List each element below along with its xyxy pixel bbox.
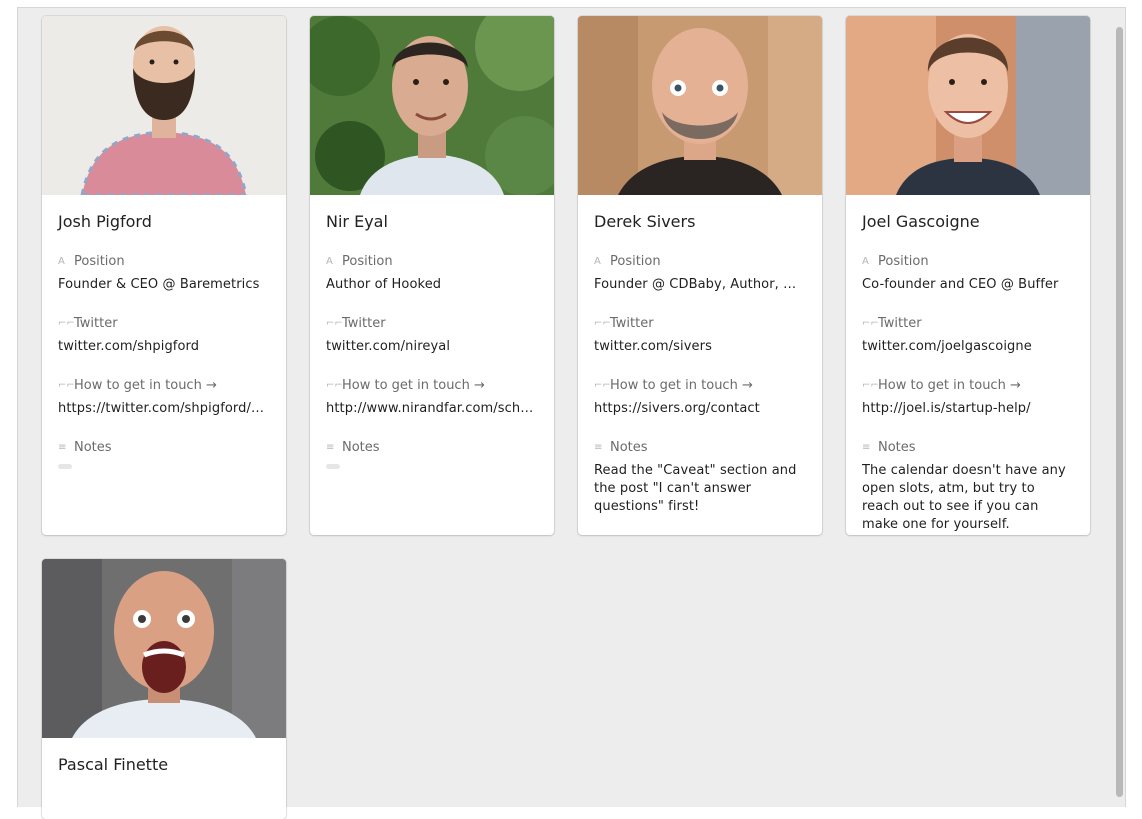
empty-value-placeholder — [326, 464, 340, 469]
twitter-value: twitter.com/nireyal — [326, 339, 451, 354]
url-field-icon: ⌐⌐ — [594, 318, 611, 329]
position-value: Author of Hooked — [326, 277, 442, 292]
field-notes: ≡ Notes — [58, 440, 270, 469]
record-card[interactable]: Derek Sivers A Position Founder @ CDBaby,… — [578, 16, 822, 535]
record-photo — [42, 559, 286, 738]
record-photo — [310, 16, 554, 195]
position-value: Founder & CEO @ Baremetrics — [58, 277, 260, 292]
contact-value: http://www.nirandfar.com/schedule — [326, 401, 538, 416]
position-value: Co-founder and CEO @ Buffer — [862, 277, 1059, 292]
url-field-icon: ⌐⌐ — [58, 318, 75, 329]
notes-value: The calendar doesn't have any open slots… — [862, 463, 1066, 532]
long-text-field-icon: ≡ — [326, 442, 335, 453]
url-field-icon: ⌐⌐ — [58, 380, 75, 391]
field-twitter: ⌐⌐ Twitter twitter.com/shpigford — [58, 316, 270, 356]
field-position: APosition Founder @ CDBaby, Author, Musi… — [594, 254, 806, 294]
position-value: Founder @ CDBaby, Author, Musician — [594, 277, 806, 292]
text-field-icon: A — [326, 256, 333, 267]
record-name: Nir Eyal — [326, 212, 388, 231]
long-text-field-icon: ≡ — [594, 442, 603, 453]
long-text-field-icon: ≡ — [58, 442, 67, 453]
record-name: Josh Pigford — [58, 212, 152, 231]
record-name: Pascal Finette — [58, 755, 169, 774]
record-photo — [846, 16, 1090, 195]
contact-value: http://joel.is/startup-help/ — [862, 401, 1031, 416]
record-card[interactable]: Nir Eyal A Position Author of Hooked ⌐⌐ Tw… — [310, 16, 554, 535]
contact-value: https://twitter.com/shpigford/status/… — [58, 401, 270, 416]
field-contact: ⌐⌐ How to get in touch → https://sivers.o… — [594, 378, 806, 418]
twitter-value: twitter.com/sivers — [594, 339, 712, 354]
long-text-field-icon: ≡ — [862, 442, 871, 453]
url-field-icon: ⌐⌐ — [326, 318, 343, 329]
twitter-value: twitter.com/shpigford — [58, 339, 200, 354]
field-contact: ⌐⌐ How to get in touch → http://www.niran… — [326, 378, 538, 416]
contact-value: https://sivers.org/contact — [594, 401, 760, 416]
notes-value: Read the "Caveat" section and the post "… — [594, 463, 797, 514]
url-field-icon: ⌐⌐ — [862, 318, 879, 329]
record-card[interactable]: Joel Gascoigne A Position Co-founder and … — [846, 16, 1090, 535]
record-photo — [42, 16, 286, 195]
field-contact: ⌐⌐ How to get in touch → http://joel.is/s… — [862, 378, 1074, 418]
text-field-icon: A — [594, 256, 601, 267]
field-notes: ≡ Notes The calendar doesn't have any ope… — [862, 440, 1074, 534]
record-card[interactable]: Josh Pigford A Position Founder & CEO @ B… — [42, 16, 286, 535]
field-position: A Position Author of Hooked — [326, 254, 538, 294]
vertical-scrollbar[interactable] — [1116, 27, 1123, 797]
empty-value-placeholder — [58, 464, 72, 469]
field-contact: ⌐⌐ How to get in touch → https://twitter.… — [58, 378, 270, 416]
field-twitter: ⌐⌐ Twitter twitter.com/sivers — [594, 316, 806, 356]
field-twitter: ⌐⌐ Twitter twitter.com/joelgascoigne — [862, 316, 1074, 356]
field-notes: ≡ Notes Read the "Caveat" section and the… — [594, 440, 806, 516]
field-position: A Position Co-founder and CEO @ Buffer — [862, 254, 1074, 294]
url-field-icon: ⌐⌐ — [594, 380, 611, 391]
record-name: Joel Gascoigne — [862, 212, 980, 231]
field-position: A Position Founder & CEO @ Baremetrics — [58, 254, 270, 294]
url-field-icon: ⌐⌐ — [862, 380, 879, 391]
field-notes: ≡ Notes — [326, 440, 538, 469]
twitter-value: twitter.com/joelgascoigne — [862, 339, 1032, 354]
record-photo — [578, 16, 822, 195]
url-field-icon: ⌐⌐ — [326, 380, 343, 391]
field-twitter: ⌐⌐ Twitter twitter.com/nireyal — [326, 316, 538, 356]
record-card[interactable]: Pascal Finette — [42, 559, 286, 819]
text-field-icon: A — [862, 256, 869, 267]
text-field-icon: A — [58, 256, 65, 267]
record-name: Derek Sivers — [594, 212, 696, 231]
